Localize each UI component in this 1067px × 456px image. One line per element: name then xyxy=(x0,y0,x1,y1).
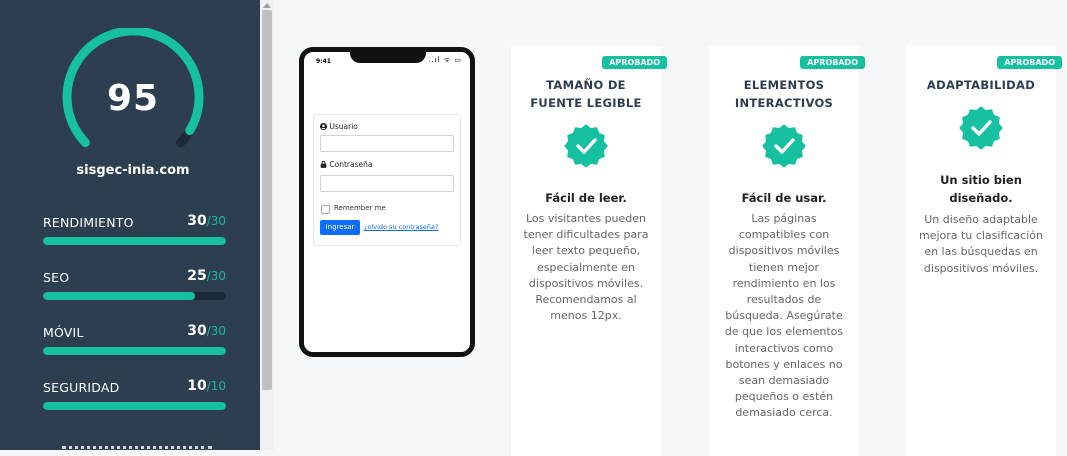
metric-value: 30/30 xyxy=(187,213,226,229)
user-icon xyxy=(320,123,327,130)
metric-progress-bar xyxy=(43,347,226,355)
card-headline: Fácil de usar. xyxy=(741,191,827,205)
mobile-preview-phone: 9:41 ..ıl ᯤ ▭ Usuario Contraseña Remembe… xyxy=(299,47,475,357)
card-description: Un diseño adaptable mejora tu clasificac… xyxy=(919,213,1043,275)
status-badge: APROBADO xyxy=(997,56,1062,69)
username-input[interactable] xyxy=(320,135,454,152)
card-title: ADAPTABILIDAD xyxy=(926,78,1036,92)
card-title: TAMAÑO DE FUENTE LEGIBLE xyxy=(530,78,642,110)
status-badge: APROBADO xyxy=(800,56,865,69)
card-headline: Un sitio bien diseñado. xyxy=(940,173,1022,205)
site-domain: sisgec-inia.com xyxy=(76,163,190,178)
username-label: Usuario xyxy=(320,122,358,131)
card-description: Los visitantes pueden tener dificultades… xyxy=(523,212,649,323)
metric-progress-fill xyxy=(43,292,196,300)
remember-checkbox[interactable] xyxy=(321,205,330,214)
phone-time: 9:41 xyxy=(316,58,331,65)
status-badge: APROBADO xyxy=(602,56,667,69)
metric-progress-fill xyxy=(43,237,226,245)
phone-notch xyxy=(350,52,426,63)
metric-value: 25/30 xyxy=(187,268,226,284)
metric-progress-bar xyxy=(43,402,226,410)
metric-value: 10/10 xyxy=(187,378,226,394)
check-card-adaptability: APROBADO ADAPTABILIDAD Un sitio bien dis… xyxy=(906,46,1062,456)
overall-score: 95 xyxy=(106,78,160,119)
scrollbar-thumb[interactable] xyxy=(262,10,272,390)
card-headline: Fácil de leer. xyxy=(545,191,627,205)
card-description: Las páginas compatibles con dispositivos… xyxy=(724,212,844,420)
score-sidebar: 95 sisgec-inia.com RENDIMIENTO 30/30 SEO… xyxy=(0,0,260,450)
check-card-font-size: APROBADO TAMAÑO DE FUENTE LEGIBLE Fácil … xyxy=(511,46,667,456)
login-form: Usuario Contraseña Remember me Ingresar … xyxy=(313,114,461,246)
metric-label: MÓVIL xyxy=(43,325,84,340)
check-badge-icon xyxy=(959,106,1003,150)
card-title: ELEMENTOS INTERACTIVOS xyxy=(734,78,834,110)
metric-progress-fill xyxy=(43,347,226,355)
lock-icon xyxy=(320,160,327,168)
metric-label: RENDIMIENTO xyxy=(43,215,134,230)
metric-label: SEGURIDAD xyxy=(43,380,120,395)
metric-progress-bar xyxy=(43,237,226,245)
forgot-password-link[interactable]: ¿olvido su contraseña? xyxy=(364,223,438,231)
metric-value: 30/30 xyxy=(187,323,226,339)
phone-status-icons: ..ıl ᯤ ▭ xyxy=(428,56,462,64)
check-badge-icon xyxy=(564,124,608,168)
metric-label: SEO xyxy=(43,270,70,285)
check-card-interactive-elements: APROBADO ELEMENTOS INTERACTIVOS Fácil de… xyxy=(709,46,865,456)
metric-progress-fill xyxy=(43,402,226,410)
password-label: Contraseña xyxy=(320,160,372,169)
password-input[interactable] xyxy=(320,175,454,192)
metric-progress-bar xyxy=(43,292,226,300)
vertical-scrollbar[interactable] xyxy=(260,0,274,450)
check-badge-icon xyxy=(762,124,806,168)
login-button[interactable]: Ingresar xyxy=(320,220,360,235)
scroll-up-arrow-icon[interactable] xyxy=(263,3,271,8)
remember-label: Remember me xyxy=(334,204,386,212)
